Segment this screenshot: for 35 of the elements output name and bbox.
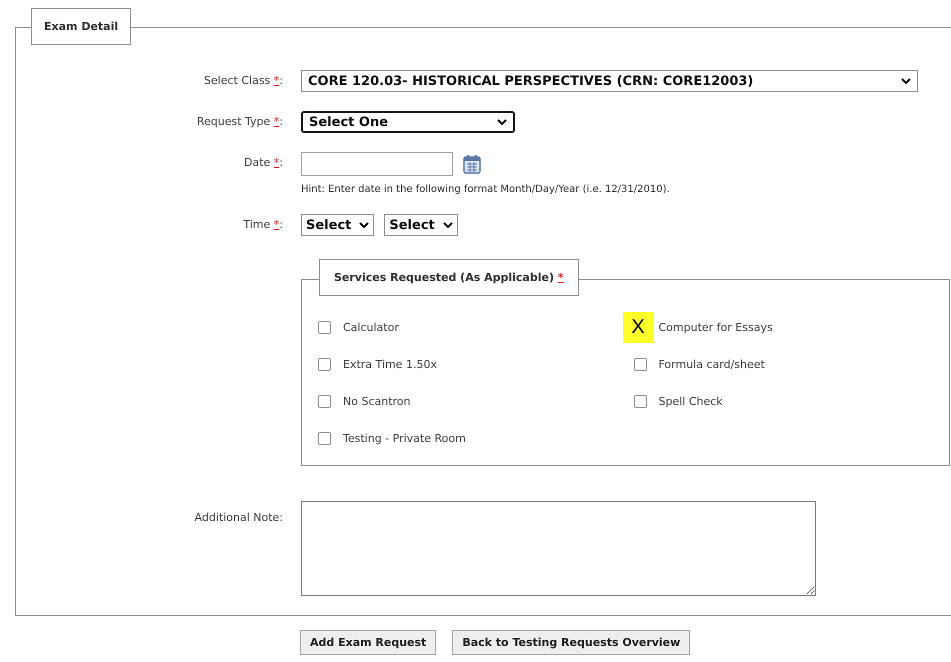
checkbox-label: Testing - Private Room: [343, 432, 466, 445]
checkbox[interactable]: [634, 395, 646, 408]
hint-text: Hint: Enter date in the following format Month/Day/Year (i.e. 12/31/2010).: [301, 184, 671, 195]
checkbox-label: No Scantron: [343, 395, 410, 408]
checkbox-label: Computer for Essays: [658, 321, 773, 334]
checkbox[interactable]: [318, 358, 331, 371]
checkbox[interactable]: [634, 358, 646, 371]
checkbox[interactable]: [318, 432, 331, 445]
highlighted-check-mark: X: [622, 312, 654, 343]
checkbox-label: Spell Check: [658, 395, 723, 408]
field-label: Select Class *:: [202, 73, 283, 89]
select-dropdown[interactable]: Select One: [301, 111, 515, 133]
select-dropdown[interactable]: Select: [384, 214, 458, 236]
chevron-icon: [497, 118, 507, 126]
form-button[interactable]: Back to Testing Requests Overview: [452, 630, 690, 655]
checkbox-label: Calculator: [343, 321, 399, 334]
field-label: Additional Note:: [194, 510, 283, 526]
calendar-icon[interactable]: [463, 154, 481, 174]
checkbox-label: Extra Time 1.50x: [343, 358, 437, 371]
note-textarea[interactable]: [301, 501, 816, 596]
date-input[interactable]: [301, 152, 453, 176]
checkbox[interactable]: [318, 321, 331, 334]
checkbox-label: Formula card/sheet: [658, 358, 765, 371]
checkbox[interactable]: [318, 395, 331, 408]
section-legend: Services Requested (As Applicable) *: [319, 259, 579, 296]
field-label: Request Type *:: [196, 114, 283, 130]
form-button[interactable]: Add Exam Request: [300, 630, 436, 655]
select-dropdown[interactable]: Select: [301, 214, 374, 236]
chevron-icon: [901, 78, 911, 84]
field-label: Time *:: [242, 217, 283, 233]
field-label: Date *:: [242, 155, 283, 171]
section-legend: Exam Detail: [31, 8, 132, 45]
select-dropdown[interactable]: CORE 120.03- HISTORICAL PERSPECTIVES (CRN: CORE12003): [301, 70, 918, 92]
chevron-icon: [442, 222, 453, 228]
chevron-icon: [359, 222, 370, 228]
